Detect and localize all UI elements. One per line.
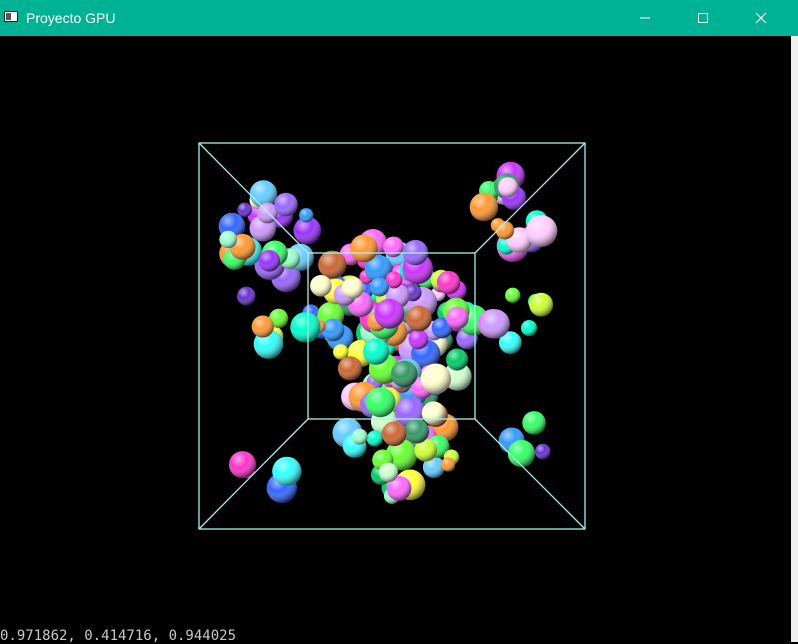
minimize-icon <box>639 12 651 24</box>
sphere-shading <box>469 192 499 222</box>
title-bar[interactable]: Proyecto GPU <box>0 0 798 36</box>
sphere-shading <box>272 456 302 486</box>
sphere-shading <box>310 275 332 297</box>
close-icon <box>755 12 767 24</box>
sphere-shading <box>420 363 451 394</box>
sphere-shading <box>446 306 469 330</box>
window-title: Proyecto GPU <box>26 10 116 26</box>
sphere-shading <box>370 277 389 297</box>
sphere-shading <box>436 270 461 295</box>
sphere-group <box>218 161 558 504</box>
sphere-shading <box>381 421 407 447</box>
sphere-shading <box>522 411 546 435</box>
app-window: Proyecto GPU 0.971862, 0.414716, 0.94402… <box>0 0 798 644</box>
window-right-border <box>791 36 798 642</box>
sphere-shading <box>421 401 446 425</box>
sphere-shading <box>505 287 521 303</box>
sphere-shading <box>290 312 321 343</box>
app-window-icon[interactable] <box>4 11 18 22</box>
sphere-shading <box>378 462 399 483</box>
sphere-shading <box>219 230 237 249</box>
sphere-shading <box>251 315 274 338</box>
render-viewport[interactable] <box>0 36 791 642</box>
sphere-shading <box>274 192 298 217</box>
close-button[interactable] <box>732 0 790 36</box>
sphere-shading <box>406 305 432 332</box>
maximize-icon <box>697 12 709 24</box>
sphere-shading <box>237 202 252 217</box>
sphere-shading <box>337 356 363 381</box>
sphere-shading <box>321 318 345 342</box>
sphere-shading <box>480 309 510 339</box>
sphere-shading <box>237 286 256 306</box>
sphere-shading <box>229 451 256 479</box>
sphere-shading <box>404 418 430 444</box>
sphere-shading <box>534 443 551 460</box>
sphere-shading <box>374 298 405 329</box>
sphere-shading <box>408 329 429 350</box>
cube-edge <box>474 418 586 530</box>
sphere-shading <box>351 428 368 445</box>
sphere-shading <box>299 208 314 223</box>
sphere-shading <box>350 234 378 263</box>
sphere-shading <box>383 236 404 258</box>
sphere-shading <box>525 215 558 247</box>
scene-canvas <box>198 142 586 530</box>
sphere-shading <box>441 457 456 472</box>
sphere-shading <box>318 250 347 279</box>
sphere-shading <box>507 439 535 467</box>
sphere-shading <box>258 250 281 272</box>
sphere-shading <box>390 360 418 388</box>
sphere-shading <box>365 387 396 418</box>
sphere-shading <box>366 430 383 447</box>
minimize-button[interactable] <box>616 0 674 36</box>
sphere-shading <box>363 338 390 365</box>
sphere-shading <box>341 277 364 299</box>
maximize-button[interactable] <box>674 0 732 36</box>
sphere-shading <box>446 348 469 371</box>
sphere-shading <box>521 320 537 336</box>
sphere-shading <box>529 292 553 317</box>
sphere-shading <box>498 177 518 198</box>
